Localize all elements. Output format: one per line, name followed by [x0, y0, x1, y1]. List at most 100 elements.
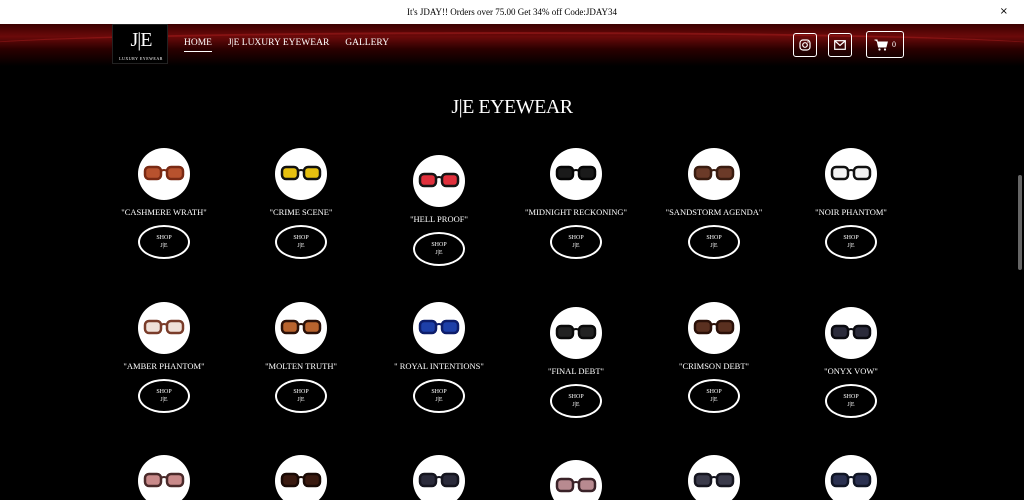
product-name: "MIDNIGHT RECKONING" — [525, 207, 627, 217]
product-image[interactable] — [275, 302, 327, 354]
shop-button-label: SHOP — [156, 389, 172, 395]
product-image[interactable] — [413, 155, 465, 207]
logo-mark: J|E — [130, 29, 152, 51]
product-image[interactable] — [275, 455, 327, 500]
shop-button[interactable]: SHOP J|E — [825, 225, 877, 259]
sunglasses-icon — [693, 319, 735, 335]
shop-button-label: SHOP — [293, 235, 309, 241]
product-image[interactable] — [550, 307, 602, 359]
shop-button-brand: J|E — [160, 243, 168, 249]
shop-button[interactable]: SHOP J|E — [550, 384, 602, 418]
product-image[interactable] — [688, 148, 740, 200]
product-image[interactable] — [138, 148, 190, 200]
product-card: "NOIR PHANTOM" SHOP J|E — [796, 148, 906, 259]
product-image[interactable] — [825, 455, 877, 500]
sunglasses-icon — [143, 165, 185, 181]
sunglasses-icon — [693, 472, 735, 488]
sunglasses-icon — [555, 324, 597, 340]
product-card: "HELL PROOF" SHOP J|E — [384, 155, 494, 266]
product-name: "HELL PROOF" — [410, 214, 468, 224]
email-button[interactable] — [828, 33, 852, 57]
product-card — [246, 455, 356, 500]
product-image[interactable] — [138, 302, 190, 354]
instagram-button[interactable] — [793, 33, 817, 57]
cart-button[interactable]: 0 — [866, 31, 904, 58]
product-image[interactable] — [413, 455, 465, 500]
sunglasses-icon — [555, 477, 597, 493]
product-name: "FINAL DEBT" — [548, 366, 604, 376]
product-image[interactable] — [275, 148, 327, 200]
product-image[interactable] — [825, 307, 877, 359]
cart-count: 0 — [892, 40, 896, 49]
product-card: "AMBER PHANTOM" SHOP J|E — [109, 302, 219, 413]
sunglasses-icon — [830, 165, 872, 181]
shop-button[interactable]: SHOP J|E — [550, 225, 602, 259]
shop-button-brand: J|E — [572, 243, 580, 249]
shop-button-label: SHOP — [431, 389, 447, 395]
product-image[interactable] — [688, 455, 740, 500]
product-card: "CASHMERE WRATH" SHOP J|E — [109, 148, 219, 259]
nav-luxury-eyewear[interactable]: J|E LUXURY EYEWEAR — [228, 38, 329, 52]
sunglasses-icon — [418, 319, 460, 335]
product-image[interactable] — [688, 302, 740, 354]
shop-button-label: SHOP — [843, 394, 859, 400]
shop-button[interactable]: SHOP J|E — [275, 225, 327, 259]
shop-button[interactable]: SHOP J|E — [688, 379, 740, 413]
product-name: "CRIMSON DEBT" — [679, 361, 749, 371]
product-card — [521, 460, 631, 500]
shop-button[interactable]: SHOP J|E — [275, 379, 327, 413]
product-card: "MOLTEN TRUTH" SHOP J|E — [246, 302, 356, 413]
product-image[interactable] — [550, 460, 602, 500]
sunglasses-icon — [693, 165, 735, 181]
product-name: "MOLTEN TRUTH" — [265, 361, 337, 371]
site-logo[interactable]: J|E LUXURY EYEWEAR — [112, 24, 168, 64]
shop-button-brand: J|E — [435, 397, 443, 403]
announcement-bar: It's JDAY!! Orders over 75.00 Get 34% of… — [0, 0, 1024, 24]
sunglasses-icon — [143, 472, 185, 488]
sunglasses-icon — [418, 472, 460, 488]
close-icon[interactable]: × — [1000, 0, 1008, 24]
product-card: " ROYAL INTENTIONS" SHOP J|E — [384, 302, 494, 413]
shop-button-brand: J|E — [572, 402, 580, 408]
shop-button-brand: J|E — [297, 397, 305, 403]
shop-button-label: SHOP — [431, 242, 447, 248]
main-nav: HOME J|E LUXURY EYEWEAR GALLERY — [184, 38, 389, 52]
product-image[interactable] — [413, 302, 465, 354]
product-card: "ONYX VOW" SHOP J|E — [796, 307, 906, 418]
shop-button-label: SHOP — [568, 394, 584, 400]
announcement-text: It's JDAY!! Orders over 75.00 Get 34% of… — [406, 7, 618, 17]
shop-button[interactable]: SHOP J|E — [413, 379, 465, 413]
product-image[interactable] — [550, 148, 602, 200]
product-name: " ROYAL INTENTIONS" — [394, 361, 484, 371]
shop-button-label: SHOP — [843, 235, 859, 241]
product-image[interactable] — [138, 455, 190, 500]
shop-button[interactable]: SHOP J|E — [413, 232, 465, 266]
product-card: "MIDNIGHT RECKONING" SHOP J|E — [521, 148, 631, 259]
scrollbar[interactable] — [1018, 175, 1022, 270]
product-name: "CRIME SCENE" — [269, 207, 333, 217]
product-card — [384, 455, 494, 500]
sunglasses-icon — [418, 172, 460, 188]
email-icon — [834, 40, 846, 50]
shop-button[interactable]: SHOP J|E — [138, 225, 190, 259]
shop-button[interactable]: SHOP J|E — [688, 225, 740, 259]
nav-gallery[interactable]: GALLERY — [345, 38, 389, 52]
product-card: "CRIME SCENE" SHOP J|E — [246, 148, 356, 259]
shop-button-brand: J|E — [710, 397, 718, 403]
instagram-icon — [799, 39, 811, 51]
sunglasses-icon — [555, 165, 597, 181]
shop-button-brand: J|E — [847, 402, 855, 408]
shop-button[interactable]: SHOP J|E — [825, 384, 877, 418]
product-image[interactable] — [825, 148, 877, 200]
product-card: "CRIMSON DEBT" SHOP J|E — [659, 302, 769, 413]
shop-button-brand: J|E — [435, 250, 443, 256]
product-name: "ONYX VOW" — [824, 366, 878, 376]
page-title: J|E EYEWEAR — [451, 96, 573, 118]
nav-home[interactable]: HOME — [184, 38, 212, 52]
logo-subtitle: LUXURY EYEWEAR — [119, 56, 163, 61]
shop-button[interactable]: SHOP J|E — [138, 379, 190, 413]
shop-button-label: SHOP — [156, 235, 172, 241]
shop-button-label: SHOP — [706, 235, 722, 241]
sunglasses-icon — [280, 472, 322, 488]
shop-button-brand: J|E — [710, 243, 718, 249]
